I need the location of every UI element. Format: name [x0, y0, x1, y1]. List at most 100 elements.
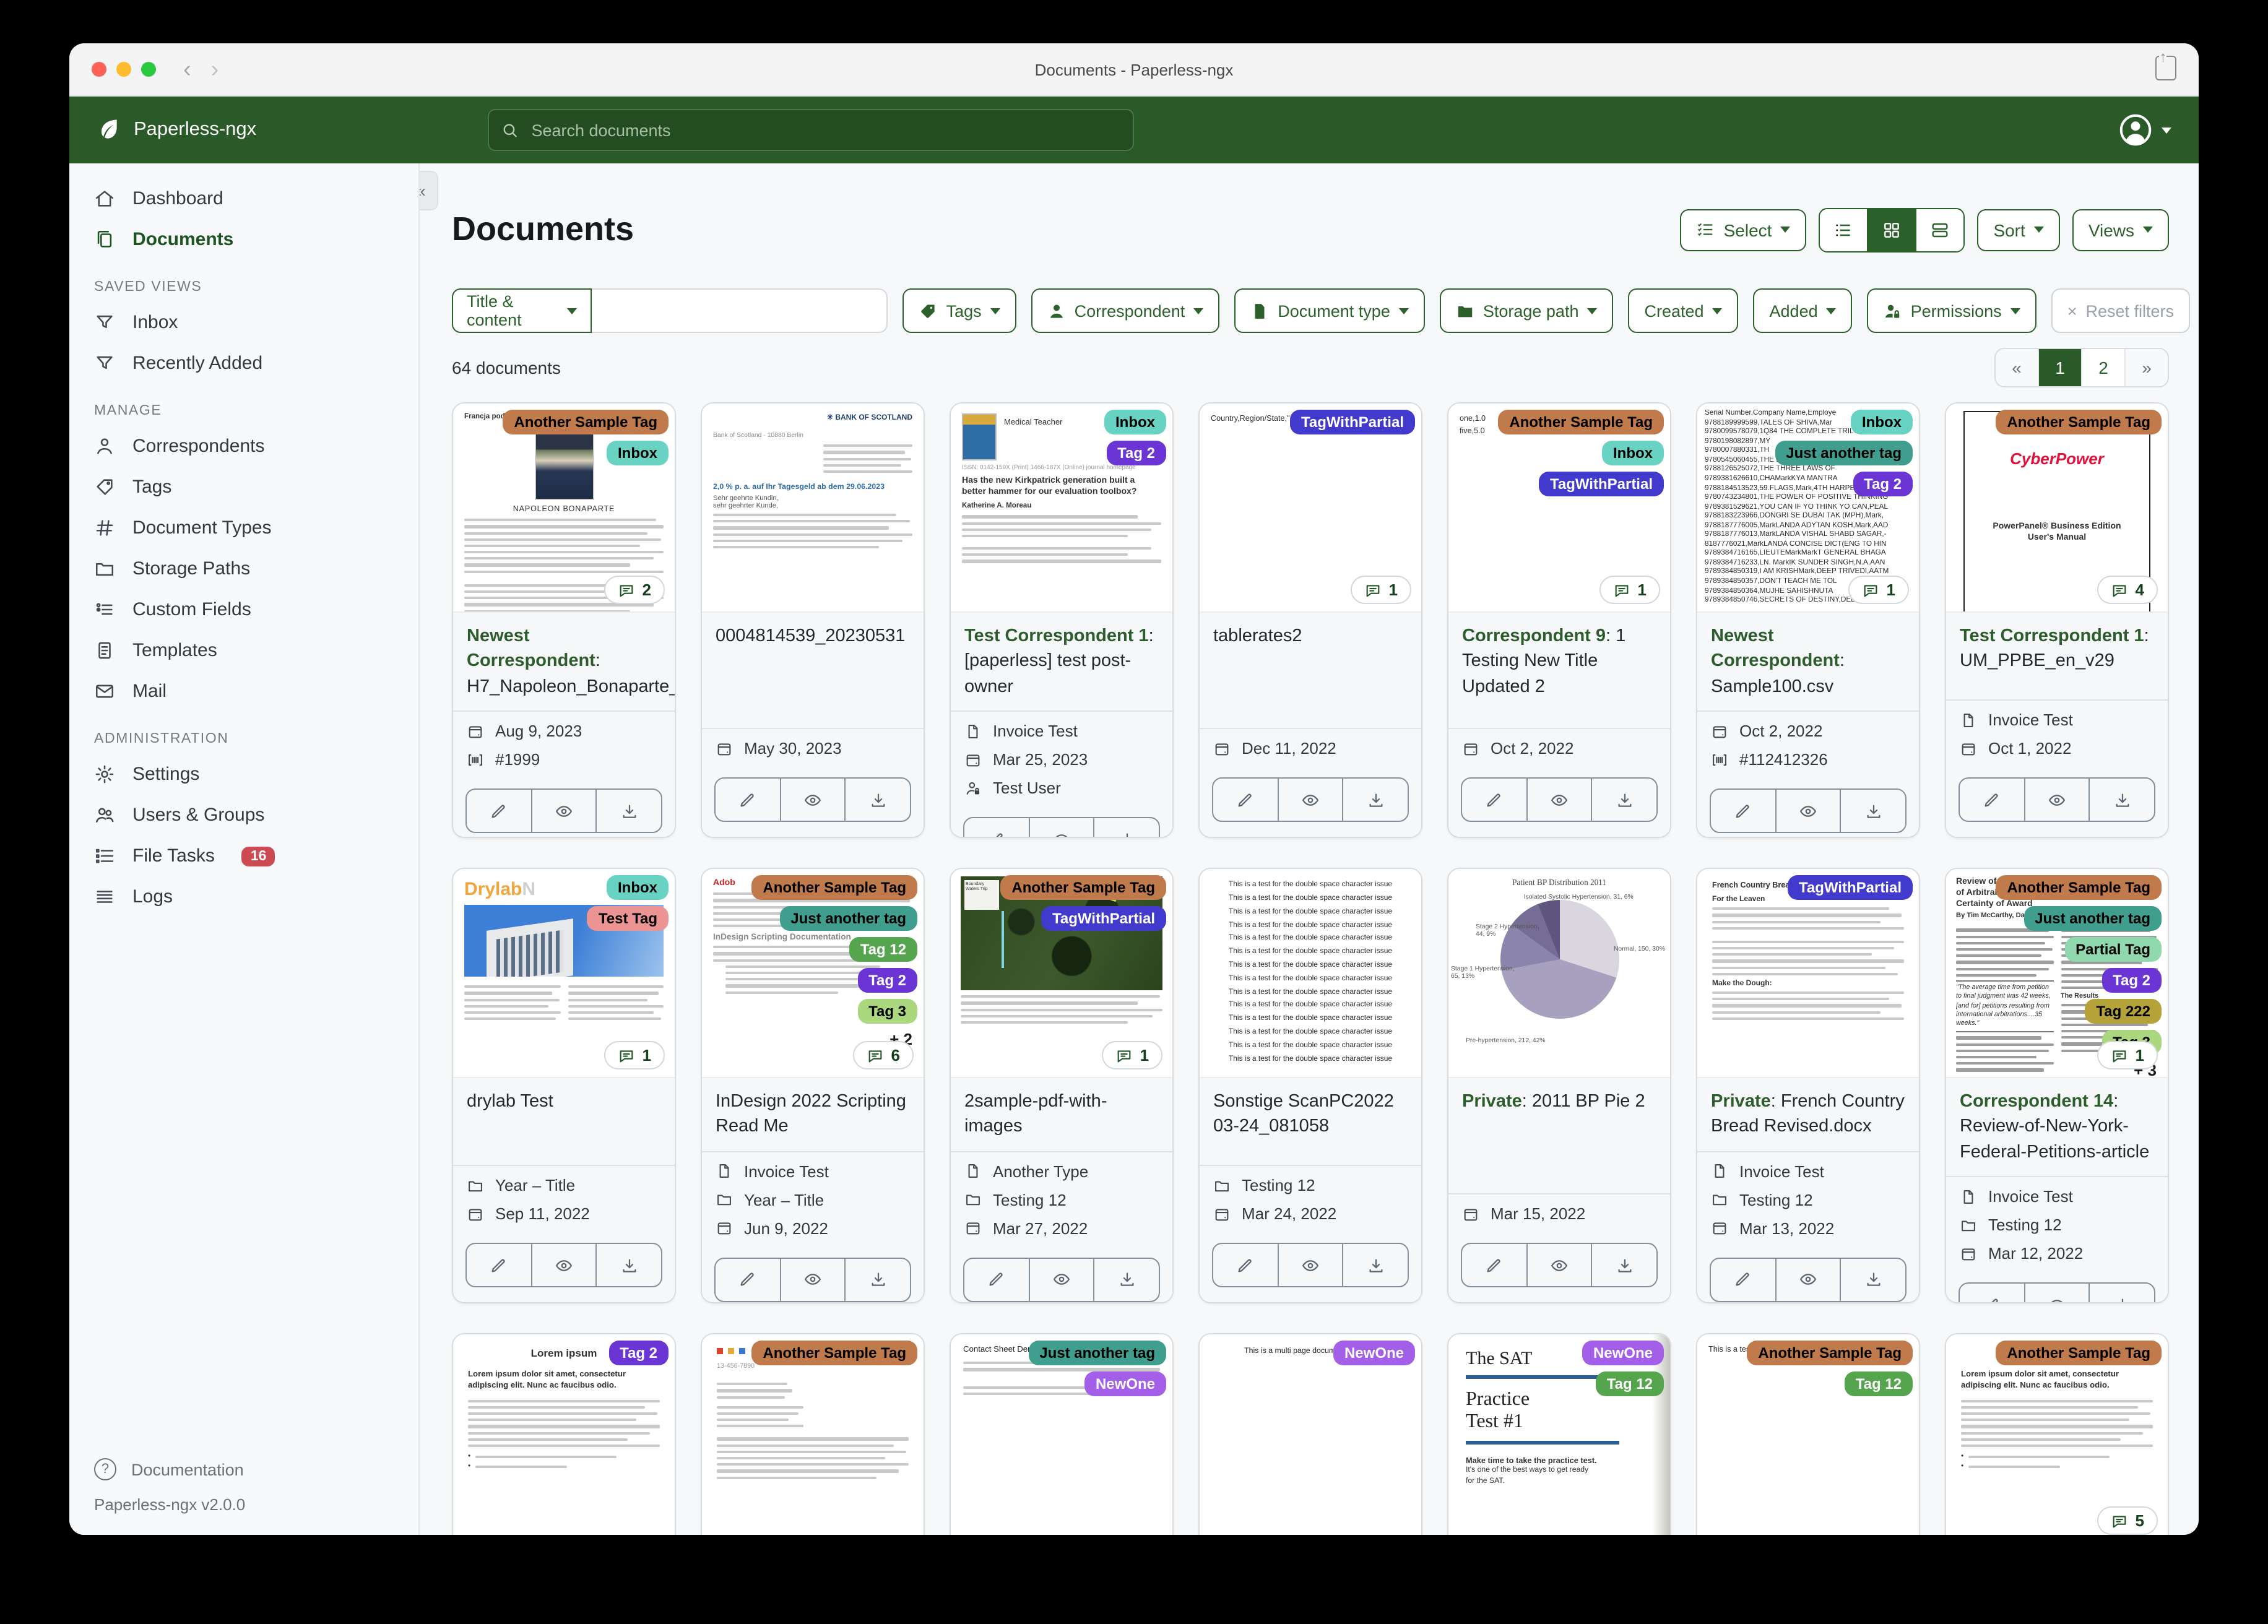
- document-card[interactable]: Contact Sheet Demo Just another tag NewOn…: [950, 1333, 1174, 1535]
- tag-pill[interactable]: Tag 222: [2085, 999, 2162, 1024]
- tag-pill[interactable]: Tag 2: [608, 1341, 669, 1366]
- document-correspondent[interactable]: Test Correspondent 1: [1960, 626, 2144, 646]
- tag-pill[interactable]: Inbox: [1851, 410, 1913, 435]
- tag-pill[interactable]: Another Sample Tag: [503, 410, 669, 435]
- document-preview[interactable]: ✳ BANK OF SCOTLAND Bank of Scotland · 10…: [702, 404, 924, 612]
- document-preview[interactable]: Serial Number,Company Name,Employe 978818…: [1697, 404, 1919, 612]
- document-card[interactable]: Boundary Waters Trip Another Sample Tag T…: [950, 868, 1174, 1304]
- notes-badge[interactable]: 1: [1599, 576, 1660, 605]
- document-card[interactable]: one,1.0 five,5.0 Another Sample Tag Inbox T…: [1447, 402, 1671, 839]
- document-preview[interactable]: Test Name 13-456-7890 Another Sample Tag: [702, 1334, 924, 1535]
- tag-pill[interactable]: Inbox: [607, 875, 669, 901]
- document-preview[interactable]: This is a test for the double space char…: [1200, 869, 1421, 1078]
- pagination-page-2[interactable]: 2: [2081, 349, 2124, 387]
- pagination-next[interactable]: »: [2124, 349, 2168, 387]
- view-button[interactable]: [2023, 779, 2088, 821]
- tag-pill[interactable]: NewOne: [1084, 1371, 1166, 1397]
- views-button[interactable]: Views: [2072, 209, 2169, 251]
- notes-badge[interactable]: 1: [1101, 1041, 1162, 1070]
- tag-pill[interactable]: Another Sample Tag: [1000, 875, 1166, 901]
- detail-view-button[interactable]: [1915, 209, 1964, 251]
- filter-tags-button[interactable]: Tags: [902, 288, 1016, 334]
- download-button[interactable]: [1840, 1258, 1905, 1301]
- tag-pill[interactable]: Another Sample Tag: [1747, 1341, 1913, 1366]
- notes-badge[interactable]: 1: [1848, 576, 1909, 605]
- download-button[interactable]: [2088, 1284, 2154, 1303]
- title-content-input[interactable]: [591, 288, 888, 334]
- edit-button[interactable]: [716, 779, 779, 821]
- select-button[interactable]: Select: [1680, 209, 1807, 251]
- document-card[interactable]: Medical Teacher ISSN: 0142-159X (Print) …: [950, 402, 1174, 839]
- sidebar-item-logs[interactable]: Logs: [69, 876, 418, 917]
- tag-pill[interactable]: NewOne: [1582, 1341, 1664, 1366]
- download-button[interactable]: [1591, 779, 1656, 821]
- download-button[interactable]: [595, 790, 661, 832]
- download-button[interactable]: [1093, 1258, 1159, 1301]
- sidebar-item-inbox[interactable]: Inbox: [69, 302, 418, 343]
- notes-badge[interactable]: 4: [2097, 576, 2158, 605]
- tag-pill[interactable]: Tag 12: [1595, 1371, 1664, 1397]
- tag-pill[interactable]: NewOne: [1333, 1341, 1415, 1366]
- document-correspondent[interactable]: Test Correspondent 1: [964, 626, 1149, 646]
- view-button[interactable]: [1526, 779, 1591, 821]
- document-correspondent[interactable]: Newest Correspondent: [1711, 626, 1840, 672]
- download-button[interactable]: [1342, 1244, 1408, 1287]
- edit-button[interactable]: [1213, 1244, 1277, 1286]
- edit-button[interactable]: [467, 790, 530, 832]
- document-card[interactable]: Country,Region/State," TagWithPartial 1 …: [1198, 402, 1422, 839]
- document-preview[interactable]: Review ofof Arbitral Awards shows swift …: [1946, 869, 2168, 1078]
- filter-created-button[interactable]: Created: [1628, 288, 1739, 334]
- view-button[interactable]: [1277, 1244, 1342, 1287]
- sidebar-item-documentation[interactable]: ? Documentation: [69, 1448, 418, 1490]
- view-button[interactable]: [1775, 1258, 1840, 1301]
- tag-pill[interactable]: Another Sample Tag: [751, 1341, 917, 1366]
- tag-pill[interactable]: Tag 12: [1844, 1371, 1913, 1397]
- filter-added-button[interactable]: Added: [1753, 288, 1853, 334]
- list-view-button[interactable]: [1820, 209, 1868, 251]
- tag-pill[interactable]: Another Sample Tag: [1498, 410, 1664, 435]
- filter-document-type-button[interactable]: Document type: [1234, 288, 1425, 334]
- grid-view-button[interactable]: [1867, 209, 1916, 251]
- pagination-page-1[interactable]: 1: [2038, 349, 2081, 387]
- tag-pill[interactable]: Inbox: [607, 441, 669, 466]
- sidebar-item-recently-added[interactable]: Recently Added: [69, 343, 418, 384]
- document-preview[interactable]: Boundary Waters Trip Another Sample Tag T…: [951, 869, 1172, 1078]
- document-card[interactable]: CyberPower PowerPanel® Business Edition …: [1945, 402, 2169, 839]
- document-preview[interactable]: Adob InDesign Scripting Documentation An…: [702, 869, 924, 1078]
- search-input[interactable]: [529, 119, 1120, 140]
- download-button[interactable]: [595, 1244, 661, 1287]
- document-card[interactable]: ✳ BANK OF SCOTLAND Bank of Scotland · 10…: [701, 402, 925, 839]
- sidebar-item-custom-fields[interactable]: Custom Fields: [69, 589, 418, 630]
- tag-pill[interactable]: TagWithPartial: [1041, 906, 1166, 931]
- document-correspondent[interactable]: Private: [1711, 1092, 1771, 1112]
- tag-pill[interactable]: Another Sample Tag: [751, 875, 917, 901]
- tag-pill[interactable]: TagWithPartial: [1787, 875, 1913, 901]
- view-button[interactable]: [779, 779, 844, 821]
- document-card[interactable]: Patient BP Distribution 2011 Normal, 150…: [1447, 868, 1671, 1304]
- tag-pill[interactable]: Test Tag: [587, 906, 669, 931]
- view-button[interactable]: [1028, 818, 1093, 837]
- filter-storage-path-button[interactable]: Storage path: [1439, 288, 1614, 334]
- document-correspondent[interactable]: Correspondent 9: [1462, 626, 1606, 646]
- tag-pill[interactable]: Tag 2: [1106, 441, 1166, 466]
- notes-badge[interactable]: 6: [852, 1041, 914, 1070]
- download-button[interactable]: [1093, 818, 1159, 837]
- tag-pill[interactable]: Tag 12: [849, 937, 917, 962]
- document-preview[interactable]: Contact Sheet Demo Just another tag NewOn…: [951, 1334, 1172, 1535]
- sidebar-item-settings[interactable]: Settings: [69, 754, 418, 795]
- tag-pill[interactable]: Inbox: [1602, 441, 1664, 466]
- document-preview[interactable]: Lorem ipsum Lorem ipsum dolor sit amet, …: [453, 1334, 675, 1535]
- edit-button[interactable]: [1462, 1244, 1526, 1286]
- sidebar-item-file-tasks[interactable]: File Tasks 16: [69, 836, 418, 876]
- tag-pill[interactable]: TagWithPartial: [1538, 472, 1664, 497]
- document-card[interactable]: French Country Bread For the Leaven Make…: [1696, 868, 1920, 1304]
- document-correspondent[interactable]: Correspondent 14: [1960, 1092, 2113, 1112]
- tag-pill[interactable]: Inbox: [1104, 410, 1166, 435]
- download-button[interactable]: [1840, 790, 1905, 832]
- document-card[interactable]: Review ofof Arbitral Awards shows swift …: [1945, 868, 2169, 1304]
- edit-button[interactable]: [1711, 1259, 1775, 1301]
- view-button[interactable]: [530, 1244, 595, 1287]
- download-button[interactable]: [844, 1258, 910, 1301]
- sidebar-item-storage-paths[interactable]: Storage Paths: [69, 548, 418, 589]
- document-preview[interactable]: Country,Region/State," TagWithPartial 1: [1200, 404, 1421, 612]
